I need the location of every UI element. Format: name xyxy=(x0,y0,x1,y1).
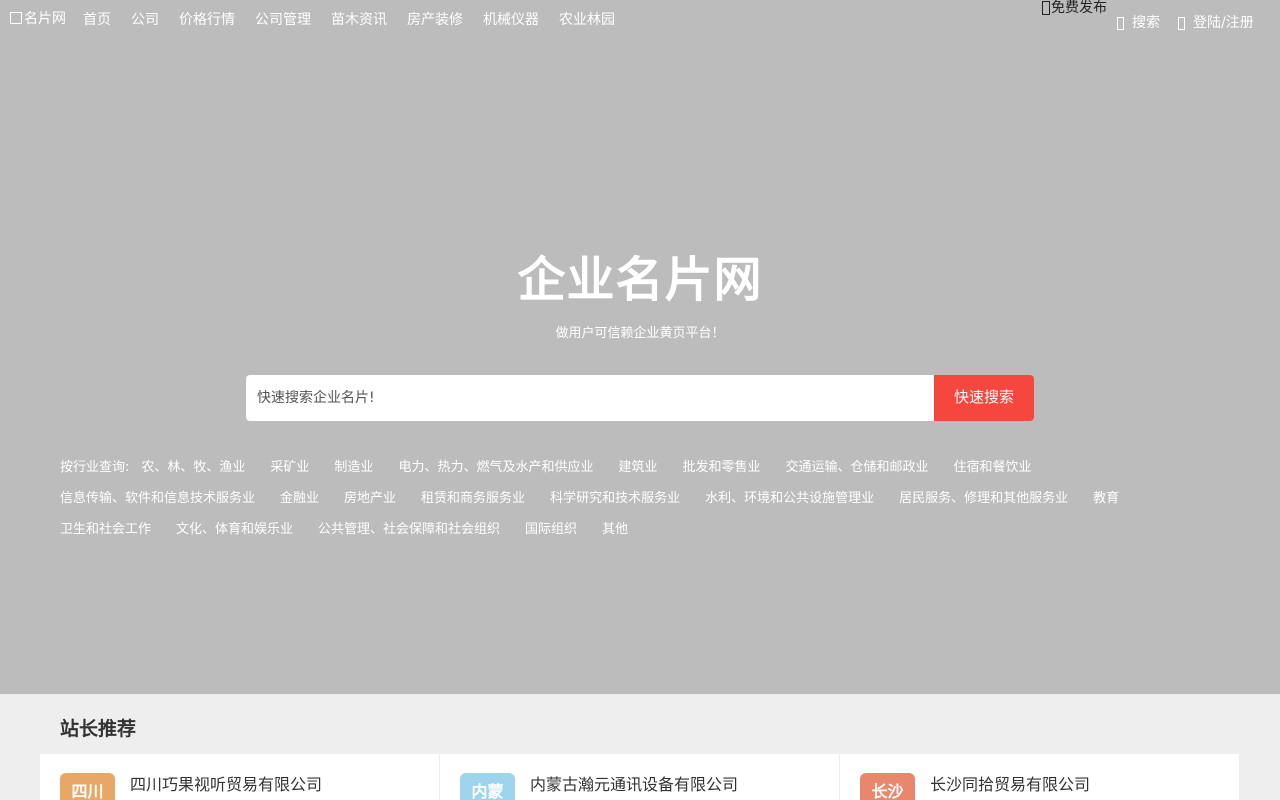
industry-link[interactable]: 采矿业 xyxy=(270,456,309,475)
industry-link[interactable]: 金融业 xyxy=(280,487,319,506)
industry-link[interactable]: 住宿和餐饮业 xyxy=(954,456,1032,475)
industry-link[interactable]: 批发和零售业 xyxy=(682,456,760,475)
nav-item-company-management[interactable]: 公司管理 xyxy=(255,10,311,30)
nav-item-seedling-news[interactable]: 苗木资讯 xyxy=(331,10,387,30)
industry-link[interactable]: 农、林、牧、渔业 xyxy=(141,456,245,475)
industry-query-label: 按行业查询: xyxy=(60,460,130,475)
logo-alt-text: 名片网 xyxy=(24,11,66,27)
nav-item-machinery[interactable]: 机械仪器 xyxy=(483,10,539,30)
industry-link[interactable]: 国际组织 xyxy=(525,518,577,537)
region-tag: 四川 xyxy=(60,773,115,800)
industry-link[interactable]: 电力、热力、燃气及水产和供应业 xyxy=(398,456,593,475)
user-icon xyxy=(1178,16,1185,30)
site-logo[interactable]: 名片网 xyxy=(10,8,66,28)
main-nav: 首页 公司 价格行情 公司管理 苗木资讯 房产装修 机械仪器 农业林园 xyxy=(83,10,635,30)
company-card[interactable]: 长沙 长沙同拾贸易有限公司 xyxy=(840,754,1240,800)
region-tag: 长沙 xyxy=(860,773,915,800)
company-card[interactable]: 内蒙 内蒙古瀚元通讯设备有限公司 xyxy=(440,754,840,800)
industry-row: 信息传输、软件和信息技术服务业 金融业 房地产业 租赁和商务服务业 科学研究和技… xyxy=(60,481,1230,512)
industry-link[interactable]: 科学研究和技术服务业 xyxy=(550,487,680,506)
industry-link[interactable]: 租赁和商务服务业 xyxy=(421,487,525,506)
industry-link[interactable]: 建筑业 xyxy=(618,456,657,475)
publish-icon xyxy=(1042,1,1050,15)
login-register-label: 登陆/注册 xyxy=(1193,15,1254,31)
hero-title: 企业名片网 xyxy=(517,252,763,308)
company-name[interactable]: 内蒙古瀚元通讯设备有限公司 xyxy=(530,774,738,796)
industry-link[interactable]: 信息传输、软件和信息技术服务业 xyxy=(60,487,255,506)
header-search-link[interactable]: 搜索 xyxy=(1117,14,1160,32)
industry-link[interactable]: 文化、体育和娱乐业 xyxy=(176,518,293,537)
search-input[interactable] xyxy=(257,390,917,406)
nav-item-home[interactable]: 首页 xyxy=(83,10,111,30)
company-name[interactable]: 长沙同拾贸易有限公司 xyxy=(930,774,1090,796)
industry-link[interactable]: 房地产业 xyxy=(344,487,396,506)
industry-link[interactable]: 制造业 xyxy=(334,456,373,475)
industry-link[interactable]: 其他 xyxy=(602,518,628,537)
free-publish-link[interactable]: 免费发布 xyxy=(1042,0,1107,16)
industry-row: 卫生和社会工作 文化、体育和娱乐业 公共管理、社会保障和社会组织 国际组织 其他 xyxy=(60,512,1230,543)
industry-links: 按行业查询: 农、林、牧、渔业 采矿业 制造业 电力、热力、燃气及水产和供应业 … xyxy=(60,450,1230,543)
recommend-cards: 四川 四川巧果视听贸易有限公司 内蒙 内蒙古瀚元通讯设备有限公司 长沙 长沙同拾… xyxy=(40,754,1240,800)
industry-link[interactable]: 水利、环境和公共设施管理业 xyxy=(705,487,874,506)
industry-link[interactable]: 交通运输、仓储和邮政业 xyxy=(785,456,928,475)
nav-item-agriculture[interactable]: 农业林园 xyxy=(559,10,615,30)
industry-link[interactable]: 公共管理、社会保障和社会组织 xyxy=(318,518,500,537)
nav-item-prices[interactable]: 价格行情 xyxy=(179,10,235,30)
industry-row: 按行业查询: 农、林、牧、渔业 采矿业 制造业 电力、热力、燃气及水产和供应业 … xyxy=(60,450,1230,481)
region-tag: 内蒙 xyxy=(460,773,515,800)
broken-image-icon xyxy=(10,12,22,24)
quick-search-button[interactable]: 快速搜索 xyxy=(934,375,1034,421)
recommend-title: 站长推荐 xyxy=(60,718,137,740)
industry-link[interactable]: 居民服务、修理和其他服务业 xyxy=(899,487,1068,506)
hero-section: 名片网 首页 公司 价格行情 公司管理 苗木资讯 房产装修 机械仪器 农业林园 … xyxy=(0,0,1280,694)
company-card[interactable]: 四川 四川巧果视听贸易有限公司 xyxy=(40,754,440,800)
free-publish-label: 免费发布 xyxy=(1051,0,1107,16)
nav-item-company[interactable]: 公司 xyxy=(131,10,159,30)
company-name[interactable]: 四川巧果视听贸易有限公司 xyxy=(130,774,322,796)
search-box xyxy=(246,375,935,421)
industry-link[interactable]: 卫生和社会工作 xyxy=(60,518,151,537)
nav-item-real-estate[interactable]: 房产装修 xyxy=(407,10,463,30)
industry-link[interactable]: 教育 xyxy=(1093,487,1119,506)
search-icon xyxy=(1117,16,1124,30)
login-register-link[interactable]: 登陆/注册 xyxy=(1178,14,1254,32)
hero-slogan: 做用户可信赖企业黄页平台！ xyxy=(555,326,725,341)
header-search-label: 搜索 xyxy=(1132,15,1160,31)
